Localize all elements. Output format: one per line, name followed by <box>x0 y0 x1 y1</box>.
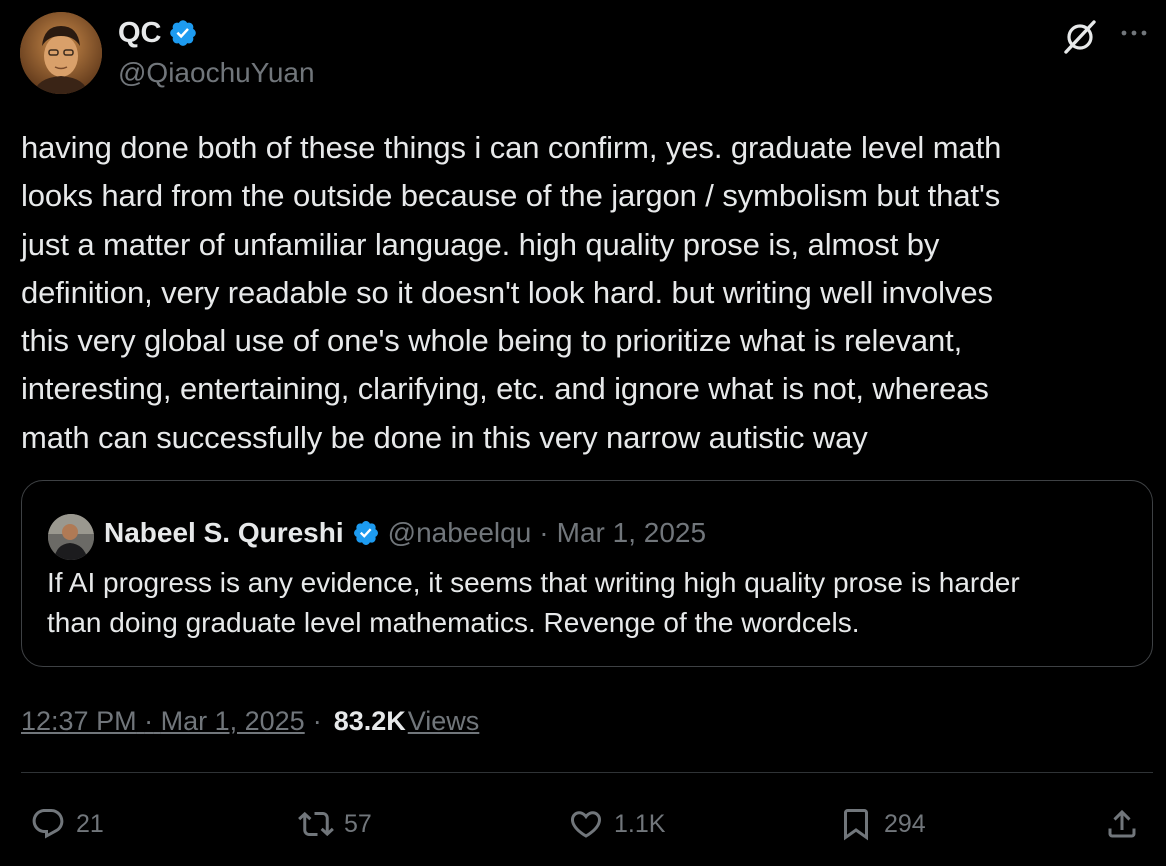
tweet-text-line: having done both of these things i can c… <box>21 130 1002 165</box>
bookmark-count: 294 <box>884 809 926 838</box>
author-name-row[interactable]: QC <box>118 16 198 50</box>
bookmark-button[interactable]: 294 <box>838 804 926 844</box>
views-label[interactable]: Views <box>408 704 480 738</box>
quoted-author-avatar[interactable] <box>48 514 94 560</box>
repost-button[interactable]: 57 <box>298 804 372 844</box>
quoted-date: Mar 1, 2025 <box>556 517 707 548</box>
tweet-text-line: definition, very readable so it doesn't … <box>21 274 993 310</box>
reply-button[interactable]: 21 <box>30 804 104 844</box>
quoted-display-name[interactable]: Nabeel S. Qureshi <box>104 516 344 550</box>
verified-badge-icon[interactable] <box>168 18 198 48</box>
share-icon <box>1108 809 1136 838</box>
quoted-text-line: If AI progress is any evidence, it seems… <box>47 567 1020 598</box>
tweet-timestamp-link[interactable]: 12:37 PM · Mar 1, 2025 <box>21 704 305 738</box>
quoted-header: Nabeel S. Qureshi @nabeelqu · Mar 1, 202… <box>104 516 706 550</box>
tweet-time: 12:37 PM <box>21 706 137 736</box>
more-options-icon[interactable] <box>1116 18 1152 48</box>
quoted-avatar-image <box>48 514 94 560</box>
tweet-text-line: just a matter of unfamiliar language. hi… <box>21 226 940 262</box>
tweet-text-line: interesting, entertaining, clarifying, e… <box>21 371 989 407</box>
like-button[interactable]: 1.1K <box>568 804 665 844</box>
tweet: QC @QiaochuYuan having done both of thes… <box>0 0 1166 866</box>
reply-count: 21 <box>76 809 104 838</box>
tweet-text-line: math can successfully be done in this ve… <box>21 419 868 455</box>
tweet-meta-separator: · <box>144 706 154 736</box>
grok-icon[interactable] <box>1060 16 1100 56</box>
views-separator: · <box>312 706 322 736</box>
quoted-text-line: than doing graduate level mathematics. R… <box>47 607 860 638</box>
tweet-text-line: this very global use of one's whole bein… <box>21 323 963 359</box>
tweet-text-line: looks hard from the outside because of t… <box>21 178 1001 214</box>
author-display-name[interactable]: QC <box>118 16 162 50</box>
divider <box>21 772 1153 773</box>
like-count: 1.1K <box>614 809 666 838</box>
repost-count: 57 <box>344 809 372 838</box>
quoted-tweet[interactable]: Nabeel S. Qureshi @nabeelqu · Mar 1, 202… <box>21 480 1153 667</box>
author-handle[interactable]: @QiaochuYuan <box>118 56 315 90</box>
share-button[interactable] <box>1104 804 1140 844</box>
views-count[interactable]: 83.2K <box>334 704 406 738</box>
verified-badge-icon <box>353 521 378 545</box>
author-avatar[interactable] <box>20 12 102 94</box>
quoted-handle: @nabeelqu <box>387 517 532 548</box>
tweet-text: having done both of these things i can c… <box>21 124 1151 462</box>
bookmark-icon <box>844 809 868 841</box>
tweet-meta: 12:37 PM · Mar 1, 2025 · 83.2K Views <box>21 704 479 738</box>
reply-icon <box>32 809 64 839</box>
quoted-separator: · <box>539 517 549 548</box>
tweet-date: Mar 1, 2025 <box>160 706 305 736</box>
repost-icon <box>298 811 334 837</box>
quoted-text: If AI progress is any evidence, it seems… <box>47 563 1137 643</box>
avatar-image <box>20 12 102 94</box>
heart-icon <box>570 811 602 838</box>
